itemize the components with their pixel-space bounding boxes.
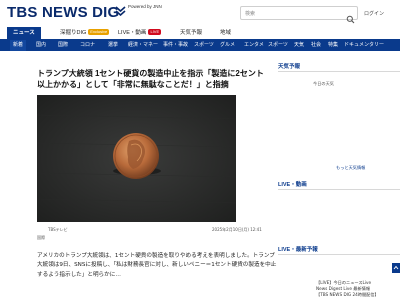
search-placeholder: 検索 — [245, 11, 256, 17]
category-entertainment[interactable]: エンタメ — [244, 40, 264, 51]
video-title-1[interactable]: 【LIVE】今日のニュースLive — [316, 280, 400, 285]
category-feature[interactable]: 特集 — [328, 40, 338, 51]
video-title-3[interactable]: 【TBS NEWS DIG 24時間配信】 — [316, 292, 400, 297]
category-sports[interactable]: スポーツ — [194, 40, 214, 51]
photo-credit: TBSテレビ — [48, 227, 68, 232]
tab-dig[interactable]: 深掘りDIG Exclusive — [60, 27, 110, 39]
video-title-2[interactable]: News Digest Live 最新情報 — [316, 286, 400, 291]
tab-weather[interactable]: 天気予報 — [180, 27, 202, 39]
penny-image — [37, 95, 236, 222]
site-logo[interactable]: TBS NEWS DIG — [7, 4, 119, 21]
category-sports-2[interactable]: スポーツ — [268, 40, 288, 51]
category-gourmet[interactable]: グルメ — [220, 40, 235, 51]
sidebar-divider-3 — [278, 254, 400, 255]
article-title: トランプ大統領 1セント硬貨の製造中止を指示「製造に2セント以上かかる」として「… — [37, 69, 264, 89]
sidebar-divider-2 — [278, 189, 400, 190]
category-weather[interactable]: 天気 — [294, 40, 304, 51]
search-icon[interactable] — [346, 9, 355, 24]
search-input[interactable]: 検索 — [240, 6, 358, 24]
category-economy[interactable]: 経済・マネー — [128, 40, 158, 51]
category-corona[interactable]: コロナ — [80, 40, 95, 51]
latest-forecast-heading[interactable]: LIVE・最新予報 — [278, 245, 318, 253]
site-header: TBS NEWS DIG Powered by JNN 検索 ログイン — [0, 0, 400, 27]
tab-region[interactable]: 地域 — [220, 27, 231, 39]
publish-date: 2025年2月10日(月) 12:41 — [212, 227, 262, 232]
powered-by-text: Powered by JNN — [128, 4, 162, 9]
article-photo[interactable] — [37, 95, 236, 222]
category-new[interactable]: 新着 — [10, 40, 27, 51]
primary-tabs: ニュース 深掘りDIG Exclusive LIVE・動画 LIVE 天気予報 地域 — [0, 27, 400, 39]
category-domestic[interactable]: 国内 — [36, 40, 46, 51]
article-category[interactable]: 国際 — [37, 235, 45, 241]
category-nav: 新着 国内 国際 コロナ 選挙 経済・マネー 事件・事故 スポーツ グルメ エン… — [0, 40, 400, 51]
sidebar-divider — [278, 71, 400, 72]
login-link[interactable]: ログイン — [364, 10, 384, 17]
article-body: アメリカのトランプ大統領は、1セント硬貨の製造を取りやめる考えを表明しました。ト… — [37, 253, 277, 278]
live-video-heading[interactable]: LIVE・動画 — [278, 180, 307, 188]
category-international[interactable]: 国際 — [58, 40, 68, 51]
weather-today-label: 今日の天気 — [313, 81, 334, 86]
more-weather-link[interactable]: もっと天気情報 — [336, 165, 365, 171]
dig-mark-icon — [115, 5, 126, 17]
tab-live-video[interactable]: LIVE・動画 LIVE — [118, 27, 162, 39]
exclusive-badge: Exclusive — [88, 29, 110, 35]
scroll-top-icon[interactable] — [392, 258, 400, 273]
live-badge: LIVE — [148, 29, 162, 35]
category-election[interactable]: 選挙 — [108, 40, 118, 51]
category-incident[interactable]: 事件・事故 — [163, 40, 188, 51]
tab-news[interactable]: ニュース — [7, 27, 41, 39]
weather-heading[interactable]: 天気予報 — [278, 62, 300, 70]
category-society[interactable]: 社会 — [311, 40, 321, 51]
category-documentary[interactable]: ドキュメンタリー — [344, 40, 384, 51]
